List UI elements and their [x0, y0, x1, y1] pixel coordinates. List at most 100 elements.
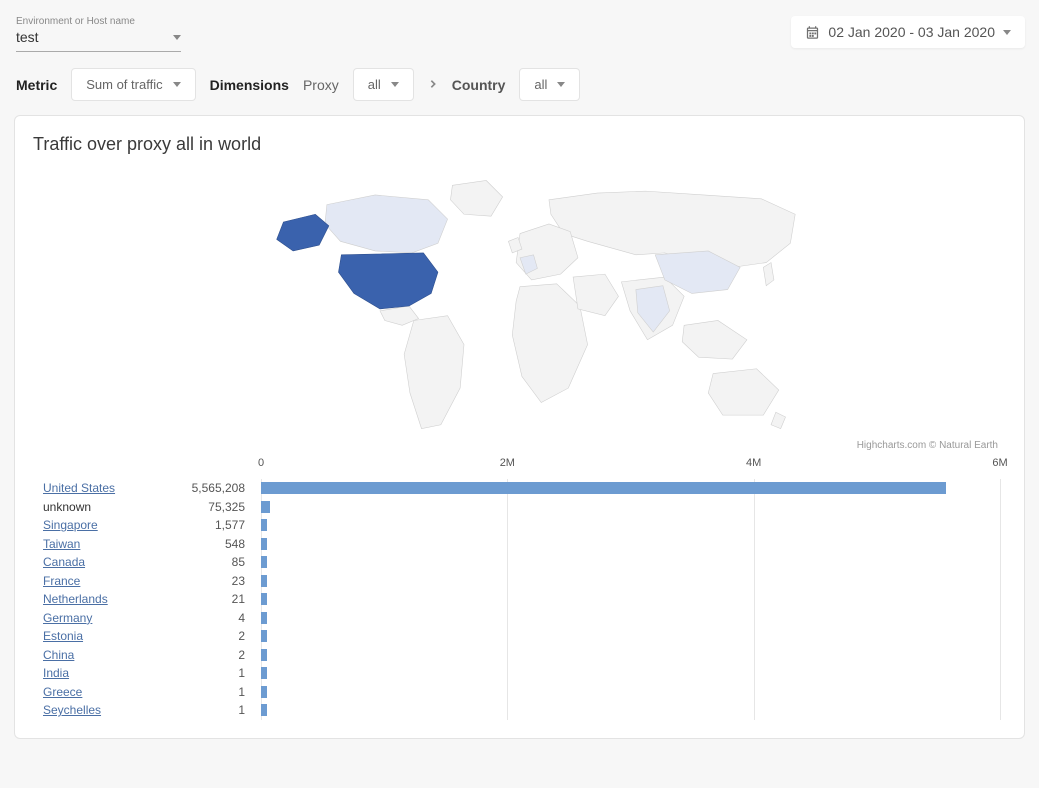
country-name-cell: Canada [39, 555, 179, 569]
country-link[interactable]: Netherlands [43, 592, 108, 606]
value-cell: 2 [179, 629, 261, 643]
value-cell: 2 [179, 648, 261, 662]
table-row: Germany 4 [39, 609, 1000, 628]
panel-title: Traffic over proxy all in world [33, 134, 1006, 155]
table-row: France 23 [39, 572, 1000, 591]
proxy-dropdown[interactable]: all [353, 68, 414, 101]
bar-track [261, 686, 1000, 698]
bar [261, 649, 267, 661]
caret-down-icon [557, 82, 565, 87]
table-row: Estonia 2 [39, 627, 1000, 646]
country-name-cell: Greece [39, 685, 179, 699]
bar-track [261, 593, 1000, 605]
bar [261, 667, 267, 679]
metric-label: Metric [16, 77, 57, 93]
bar [261, 519, 267, 531]
metric-value: Sum of traffic [86, 77, 162, 92]
country-name-cell: unknown [39, 500, 179, 514]
chevron-right-icon [428, 78, 438, 92]
caret-down-icon [391, 82, 399, 87]
bar [261, 556, 267, 568]
country-link[interactable]: Canada [43, 555, 85, 569]
value-cell: 85 [179, 555, 261, 569]
bar-track [261, 556, 1000, 568]
axis-tick-label: 0 [258, 457, 264, 469]
bar-chart: 0 2M 4M 6M United States 5,565,208 unknown 75,… [33, 451, 1006, 720]
country-name-cell: United States [39, 481, 179, 495]
table-row: Netherlands 21 [39, 590, 1000, 609]
date-range-picker[interactable]: 02 Jan 2020 - 03 Jan 2020 [791, 16, 1025, 48]
table-row: Seychelles 1 [39, 701, 1000, 720]
bar [261, 612, 267, 624]
environment-label: Environment or Host name [16, 16, 181, 27]
country-name-cell: Taiwan [39, 537, 179, 551]
table-row: Canada 85 [39, 553, 1000, 572]
table-row: China 2 [39, 646, 1000, 665]
x-axis: 02M4M6M [39, 457, 1000, 479]
bar-track [261, 704, 1000, 716]
bar [261, 704, 267, 716]
bar-track [261, 538, 1000, 550]
table-row: Taiwan 548 [39, 535, 1000, 554]
environment-value: test [16, 29, 39, 45]
bar [261, 630, 267, 642]
table-row: Singapore1,577 [39, 516, 1000, 535]
country-name-cell: India [39, 666, 179, 680]
country-name-cell: Singapore [39, 518, 179, 532]
bar-track [261, 612, 1000, 624]
country-link[interactable]: Germany [43, 611, 92, 625]
caret-down-icon [173, 35, 181, 40]
bar-track [261, 667, 1000, 679]
value-cell: 548 [179, 537, 261, 551]
world-map-chart[interactable]: Highcharts.com © Natural Earth [33, 161, 1006, 451]
dimensions-label: Dimensions [210, 77, 289, 93]
country-link[interactable]: France [43, 574, 80, 588]
country-link[interactable]: India [43, 666, 69, 680]
metric-dropdown[interactable]: Sum of traffic [71, 68, 195, 101]
country-dropdown[interactable]: all [519, 68, 580, 101]
axis-tick-label: 6M [992, 457, 1007, 469]
country-link[interactable]: Greece [43, 685, 82, 699]
country-text: unknown [43, 500, 91, 514]
value-cell: 21 [179, 592, 261, 606]
table-row: Greece1 [39, 683, 1000, 702]
environment-select[interactable]: Environment or Host name test [16, 12, 181, 52]
table-row: India1 [39, 664, 1000, 683]
bar-track [261, 575, 1000, 587]
country-value: all [534, 77, 547, 92]
table-row: United States 5,565,208 [39, 479, 1000, 498]
country-name-cell: Seychelles [39, 703, 179, 717]
value-cell: 75,325 [179, 500, 261, 514]
bar [261, 686, 267, 698]
value-cell: 23 [179, 574, 261, 588]
table-row: unknown 75,325 [39, 498, 1000, 517]
proxy-label: Proxy [303, 77, 339, 93]
bar-track [261, 482, 1000, 494]
bar [261, 593, 267, 605]
bar [261, 538, 267, 550]
country-name-cell: Germany [39, 611, 179, 625]
value-cell: 4 [179, 611, 261, 625]
bar-track [261, 649, 1000, 661]
country-link[interactable]: United States [43, 481, 115, 495]
country-link[interactable]: Estonia [43, 629, 83, 643]
value-cell: 1 [179, 703, 261, 717]
date-range-text: 02 Jan 2020 - 03 Jan 2020 [828, 24, 995, 40]
bar [261, 501, 270, 513]
country-link[interactable]: China [43, 648, 74, 662]
country-link[interactable]: Singapore [43, 518, 98, 532]
country-link[interactable]: Seychelles [43, 703, 101, 717]
calendar-icon [805, 25, 820, 40]
country-label: Country [452, 77, 506, 93]
traffic-panel: Traffic over proxy all in world [14, 115, 1025, 739]
axis-tick-label: 2M [500, 457, 515, 469]
map-credit: Highcharts.com © Natural Earth [857, 440, 998, 451]
caret-down-icon [1003, 30, 1011, 35]
bar [261, 482, 946, 494]
bar-track [261, 501, 1000, 513]
country-name-cell: Netherlands [39, 592, 179, 606]
axis-tick-label: 4M [746, 457, 761, 469]
country-link[interactable]: Taiwan [43, 537, 80, 551]
value-cell: 5,565,208 [179, 481, 261, 495]
proxy-value: all [368, 77, 381, 92]
